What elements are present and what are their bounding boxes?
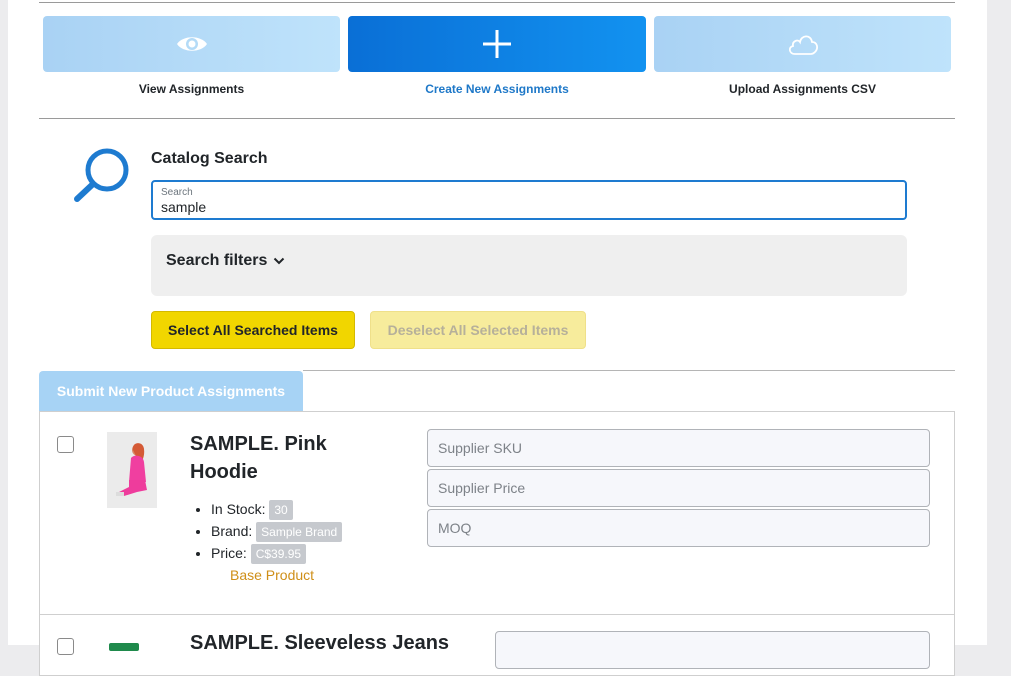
stock-item: In Stock: 30 [211,498,342,521]
eye-icon [176,37,207,51]
select-all-searched-button[interactable]: Select All Searched Items [151,311,355,349]
supplier-price-field[interactable] [427,469,930,507]
supplier-sku-input[interactable] [428,430,929,466]
search-field[interactable]: Search [151,180,907,220]
price-item: Price: C$39.95 [211,542,342,565]
base-product-label: Base Product [230,567,315,583]
product-name: SAMPLE. Pink Hoodie [190,433,327,483]
catalog-search-title: Catalog Search [151,150,268,167]
supplier-price-input[interactable] [428,470,929,506]
create-new-assignments-label[interactable]: Create New Assignments [348,82,646,96]
search-field-label: Search [161,187,193,198]
view-assignments-button[interactable] [43,16,340,72]
view-assignments-label[interactable]: View Assignments [43,82,340,96]
section-divider [39,118,955,119]
product-checkbox[interactable] [57,436,74,453]
supplier-sku-field[interactable] [427,429,930,467]
plus-icon [483,30,511,58]
submit-divider [303,370,955,371]
upload-assignments-csv-label[interactable]: Upload Assignments CSV [654,82,951,96]
stock-badge: 30 [269,500,293,521]
upload-assignments-csv-button[interactable] [654,16,951,72]
magnifier-icon [74,148,129,202]
supplier-sku-field[interactable] [495,631,930,669]
product-name: SAMPLE. Sleeveless Jeans [190,632,450,654]
product-checkbox[interactable] [57,638,74,655]
search-filters-label: Search filters [166,252,268,269]
chevron-down-icon [274,257,285,265]
page: View Assignments Create New Assignments … [8,0,987,676]
cloud-icon [788,35,818,55]
brand-item: Brand: Sample Brand [211,520,343,543]
product-details: In Stock: 30 Brand: Sample Brand Price: … [189,498,343,565]
submit-assignments-button[interactable]: Submit New Product Assignments [39,371,303,411]
moq-field[interactable] [427,509,930,547]
price-badge: C$39.95 [250,544,307,565]
brand-badge: Sample Brand [256,522,343,543]
product-image [107,432,157,508]
deselect-all-selected-button[interactable]: Deselect All Selected Items [370,311,586,349]
create-new-assignments-button[interactable] [348,16,646,72]
product-image [107,638,157,668]
moq-input[interactable] [428,510,929,546]
search-filters-toggle[interactable]: Search filters [166,252,285,270]
search-filters-panel[interactable]: Search filters [151,235,907,296]
top-divider [39,2,955,3]
search-input[interactable] [161,199,861,215]
